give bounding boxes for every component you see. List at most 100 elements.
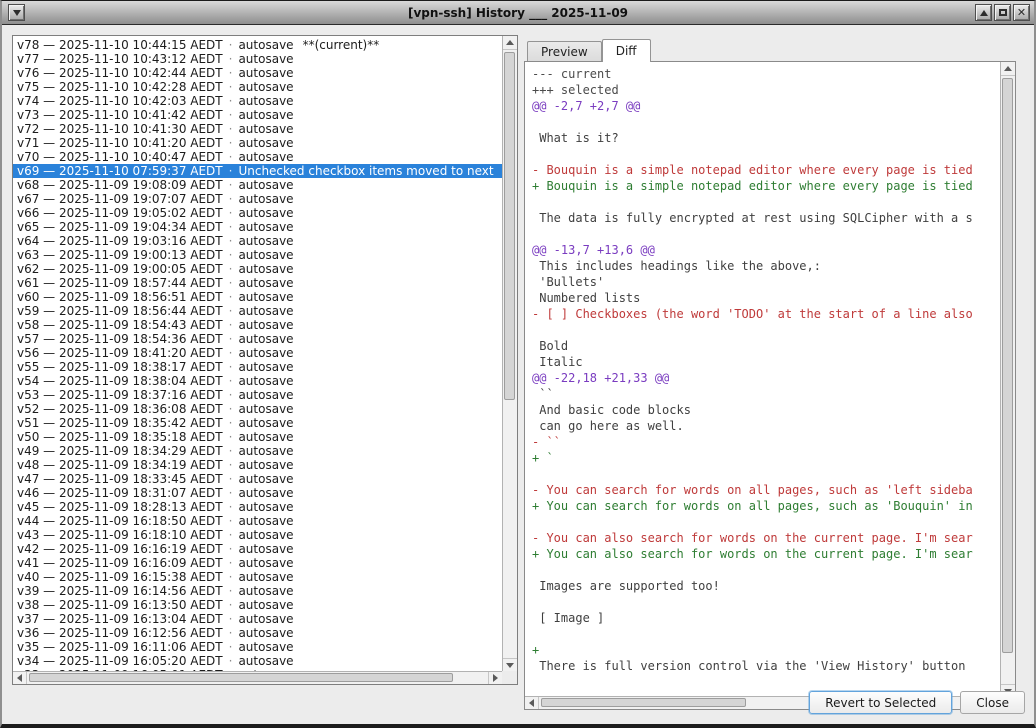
- version-row[interactable]: v36 — 2025-11-09 16:12:56 AEDT·autosave: [13, 626, 502, 640]
- window-menu-icon: [13, 10, 21, 16]
- version-row[interactable]: v71 — 2025-11-10 10:41:20 AEDT·autosave: [13, 136, 502, 150]
- tab-preview[interactable]: Preview: [527, 41, 602, 61]
- hscrollbar-thumb[interactable]: [541, 698, 746, 707]
- arrow-left-icon: [529, 699, 534, 707]
- close-dialog-button[interactable]: Close: [960, 691, 1025, 714]
- version-row[interactable]: v41 — 2025-11-09 16:16:09 AEDT·autosave: [13, 556, 502, 570]
- version-row[interactable]: v75 — 2025-11-10 10:42:28 AEDT·autosave: [13, 80, 502, 94]
- version-row[interactable]: v67 — 2025-11-09 19:07:07 AEDT·autosave: [13, 192, 502, 206]
- version-row[interactable]: v46 — 2025-11-09 18:31:07 AEDT·autosave: [13, 486, 502, 500]
- version-row[interactable]: v62 — 2025-11-09 19:00:05 AEDT·autosave: [13, 262, 502, 276]
- diff-line: [532, 322, 1000, 338]
- diff-line: @@ -13,7 +13,6 @@: [532, 242, 1000, 258]
- version-row[interactable]: v35 — 2025-11-09 16:11:06 AEDT·autosave: [13, 640, 502, 654]
- version-row[interactable]: v44 — 2025-11-09 16:18:50 AEDT·autosave: [13, 514, 502, 528]
- scroll-left-button[interactable]: [13, 672, 27, 684]
- diff-line: [532, 466, 1000, 482]
- diff-line: + Bouquin is a simple notepad editor whe…: [532, 178, 1000, 194]
- arrow-right-icon: [493, 674, 498, 682]
- version-row[interactable]: v76 — 2025-11-10 10:42:44 AEDT·autosave: [13, 66, 502, 80]
- version-row[interactable]: v63 — 2025-11-09 19:00:13 AEDT·autosave: [13, 248, 502, 262]
- version-row[interactable]: v40 — 2025-11-09 16:15:38 AEDT·autosave: [13, 570, 502, 584]
- diff-panel: --- current+++ selected@@ -2,7 +2,7 @@ W…: [524, 61, 1016, 710]
- shade-button[interactable]: [975, 4, 992, 21]
- diff-line: [532, 194, 1000, 210]
- version-row[interactable]: v39 — 2025-11-09 16:14:56 AEDT·autosave: [13, 584, 502, 598]
- diff-line: Numbered lists: [532, 290, 1000, 306]
- version-row[interactable]: v53 — 2025-11-09 18:37:16 AEDT·autosave: [13, 388, 502, 402]
- tab-diff[interactable]: Diff: [602, 39, 651, 62]
- window-menu-button[interactable]: [8, 4, 25, 21]
- version-row[interactable]: v69 — 2025-11-10 07:59:37 AEDT·Unchecked…: [13, 164, 502, 178]
- scroll-up-button[interactable]: [1001, 62, 1015, 76]
- scroll-right-button[interactable]: [488, 672, 502, 684]
- version-row[interactable]: v51 — 2025-11-09 18:35:42 AEDT·autosave: [13, 416, 502, 430]
- vscrollbar-thumb[interactable]: [1002, 78, 1013, 653]
- version-row[interactable]: v64 — 2025-11-09 19:03:16 AEDT·autosave: [13, 234, 502, 248]
- diff-line: --- current: [532, 66, 1000, 82]
- version-row[interactable]: v78 — 2025-11-10 10:44:15 AEDT·autosave*…: [13, 38, 502, 52]
- version-row[interactable]: v55 — 2025-11-09 18:38:17 AEDT·autosave: [13, 360, 502, 374]
- version-list-vscrollbar[interactable]: [502, 36, 517, 672]
- button-row: Revert to Selected Close: [809, 691, 1025, 714]
- version-row[interactable]: v49 — 2025-11-09 18:34:29 AEDT·autosave: [13, 444, 502, 458]
- version-row[interactable]: v60 — 2025-11-09 18:56:51 AEDT·autosave: [13, 290, 502, 304]
- version-row[interactable]: v59 — 2025-11-09 18:56:44 AEDT·autosave: [13, 304, 502, 318]
- version-row[interactable]: v65 — 2025-11-09 19:04:34 AEDT·autosave: [13, 220, 502, 234]
- version-row[interactable]: v42 — 2025-11-09 16:16:19 AEDT·autosave: [13, 542, 502, 556]
- diff-line: +: [532, 642, 1000, 658]
- diff-line: @@ -22,18 +21,33 @@: [532, 370, 1000, 386]
- diff-line: And basic code blocks: [532, 402, 1000, 418]
- arrow-up-icon: [506, 40, 514, 45]
- version-row[interactable]: v50 — 2025-11-09 18:35:18 AEDT·autosave: [13, 430, 502, 444]
- version-row[interactable]: v74 — 2025-11-10 10:42:03 AEDT·autosave: [13, 94, 502, 108]
- diff-line: [532, 626, 1000, 642]
- diff-line: @@ -2,7 +2,7 @@: [532, 98, 1000, 114]
- titlebar[interactable]: [vpn-ssh] History ___ 2025-11-09 ✕: [2, 1, 1034, 25]
- dialog-body: v78 — 2025-11-10 10:44:15 AEDT·autosave*…: [2, 26, 1034, 724]
- version-row[interactable]: v70 — 2025-11-10 10:40:47 AEDT·autosave: [13, 150, 502, 164]
- version-row[interactable]: v37 — 2025-11-09 16:13:04 AEDT·autosave: [13, 612, 502, 626]
- close-button[interactable]: ✕: [1013, 4, 1030, 21]
- version-row[interactable]: v43 — 2025-11-09 16:18:10 AEDT·autosave: [13, 528, 502, 542]
- version-list-hscrollbar[interactable]: [13, 671, 502, 684]
- version-row[interactable]: v66 — 2025-11-09 19:05:02 AEDT·autosave: [13, 206, 502, 220]
- version-row[interactable]: v57 — 2025-11-09 18:54:36 AEDT·autosave: [13, 332, 502, 346]
- version-list-viewport[interactable]: v78 — 2025-11-10 10:44:15 AEDT·autosave*…: [13, 36, 502, 672]
- scroll-down-button[interactable]: [503, 658, 517, 672]
- scroll-left-button[interactable]: [525, 697, 539, 709]
- version-row[interactable]: v73 — 2025-11-10 10:41:42 AEDT·autosave: [13, 108, 502, 122]
- version-row[interactable]: v54 — 2025-11-09 18:38:04 AEDT·autosave: [13, 374, 502, 388]
- diff-vscrollbar[interactable]: [1000, 62, 1015, 698]
- scrollbar-corner: [502, 671, 517, 684]
- revert-to-selected-button[interactable]: Revert to Selected: [809, 691, 952, 714]
- maximize-button[interactable]: [994, 4, 1011, 21]
- diff-line: Italic: [532, 354, 1000, 370]
- diff-line: [532, 114, 1000, 130]
- diff-line: - You can search for words on all pages,…: [532, 482, 1000, 498]
- titlebar-controls: ✕: [973, 4, 1030, 21]
- version-row[interactable]: v72 — 2025-11-10 10:41:30 AEDT·autosave: [13, 122, 502, 136]
- vscrollbar-thumb[interactable]: [504, 52, 515, 400]
- version-row[interactable]: v77 — 2025-11-10 10:43:12 AEDT·autosave: [13, 52, 502, 66]
- diff-line: can go here as well.: [532, 418, 1000, 434]
- version-row[interactable]: v58 — 2025-11-09 18:54:43 AEDT·autosave: [13, 318, 502, 332]
- diff-line: + You can also search for words on the c…: [532, 546, 1000, 562]
- diff-line: [532, 594, 1000, 610]
- diff-line: [ Image ]: [532, 610, 1000, 626]
- version-row[interactable]: v52 — 2025-11-09 18:36:08 AEDT·autosave: [13, 402, 502, 416]
- version-row[interactable]: v34 — 2025-11-09 16:05:20 AEDT·autosave: [13, 654, 502, 668]
- diff-content[interactable]: --- current+++ selected@@ -2,7 +2,7 @@ W…: [525, 62, 1000, 698]
- version-row[interactable]: v56 — 2025-11-09 18:41:20 AEDT·autosave: [13, 346, 502, 360]
- diff-line: [532, 562, 1000, 578]
- version-row[interactable]: v61 — 2025-11-09 18:57:44 AEDT·autosave: [13, 276, 502, 290]
- version-row[interactable]: v47 — 2025-11-09 18:33:45 AEDT·autosave: [13, 472, 502, 486]
- diff-line: + `: [532, 450, 1000, 466]
- version-row[interactable]: v68 — 2025-11-09 19:08:09 AEDT·autosave: [13, 178, 502, 192]
- hscrollbar-thumb[interactable]: [29, 673, 453, 682]
- version-row[interactable]: v45 — 2025-11-09 18:28:13 AEDT·autosave: [13, 500, 502, 514]
- version-row[interactable]: v38 — 2025-11-09 16:13:50 AEDT·autosave: [13, 598, 502, 612]
- diff-line: +++ selected: [532, 82, 1000, 98]
- scroll-up-button[interactable]: [503, 36, 517, 50]
- version-row[interactable]: v48 — 2025-11-09 18:34:19 AEDT·autosave: [13, 458, 502, 472]
